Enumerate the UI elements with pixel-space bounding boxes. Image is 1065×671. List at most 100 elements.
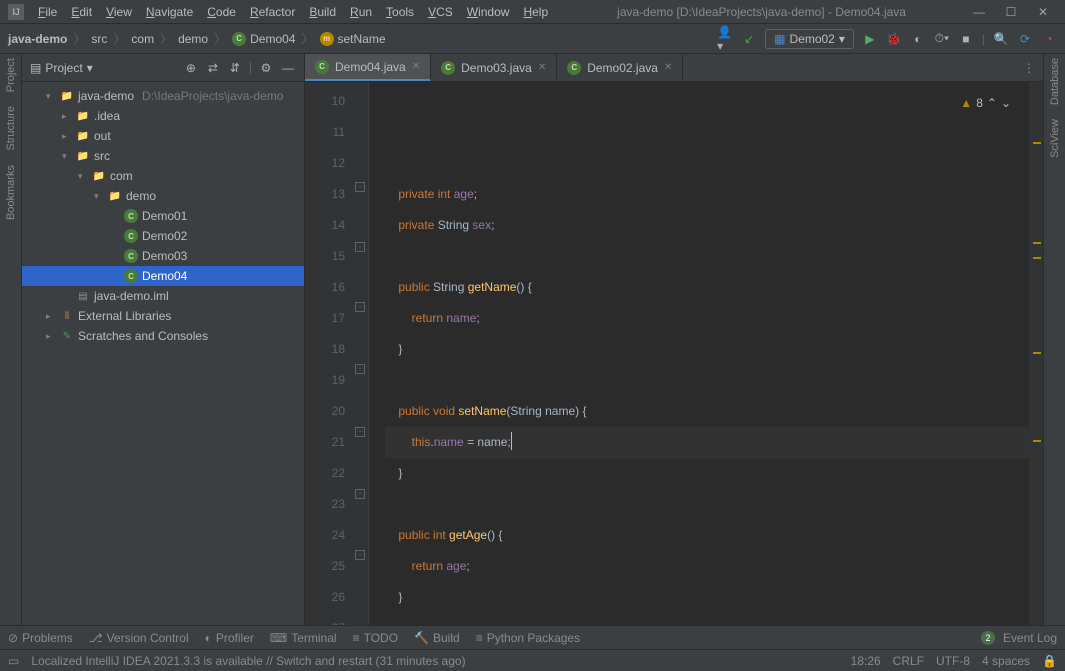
code-line[interactable] [385,365,1029,396]
menu-refactor[interactable]: Refactor [244,3,301,21]
tree-node-out[interactable]: ▸📁out [22,126,304,146]
line-number[interactable]: 13 [309,179,345,210]
tree-node-demo04[interactable]: CDemo04 [22,266,304,286]
tree-node-scratches-and-consoles[interactable]: ▸✎Scratches and Consoles [22,326,304,346]
stop-button[interactable]: ■ [958,31,974,47]
readonly-icon[interactable]: 🔒 [1042,654,1057,668]
status-message[interactable]: Localized IntelliJ IDEA 2021.3.3 is avai… [31,654,465,668]
notification-icon[interactable]: ▭ [8,654,19,668]
chevron-up-icon[interactable]: ⌃ [987,88,997,119]
event-log-button[interactable]: 2Event Log [981,631,1057,645]
tree-arrow-icon[interactable]: ▾ [94,191,104,202]
back-arrow-icon[interactable]: ↙ [741,31,757,47]
right-tool-sciview[interactable]: SciView [1049,119,1061,158]
line-number[interactable]: 23 [309,489,345,520]
tree-node-demo01[interactable]: CDemo01 [22,206,304,226]
tool-python-packages[interactable]: ≡Python Packages [476,631,580,645]
menu-navigate[interactable]: Navigate [140,3,199,21]
left-tool-bookmarks[interactable]: Bookmarks [5,165,17,220]
fold-gutter[interactable]: −−−−−−− [353,82,369,625]
line-number[interactable]: 14 [309,210,345,241]
code-line[interactable]: } [385,582,1029,613]
fold-toggle-icon[interactable]: − [355,550,365,560]
tool-build[interactable]: 🔨Build [414,631,460,645]
breadcrumb-method[interactable]: msetName [320,32,386,46]
close-icon[interactable]: ✕ [538,62,546,73]
code-line[interactable]: private String sex; [385,210,1029,241]
tree-node--idea[interactable]: ▸📁.idea [22,106,304,126]
code-line[interactable]: public int getAge() { [385,520,1029,551]
tool-terminal[interactable]: ⌨Terminal [270,631,337,645]
run-configuration-select[interactable]: ▦ Demo02 ▾ [765,29,854,49]
fold-toggle-icon[interactable]: − [355,242,365,252]
tool-problems[interactable]: ⊘Problems [8,631,73,645]
breadcrumb-item[interactable]: src [91,32,107,46]
indent-config[interactable]: 4 spaces [982,654,1030,668]
tree-arrow-icon[interactable]: ▾ [78,171,88,182]
line-number-gutter[interactable]: 101112131415161718192021222324252627 [305,82,353,625]
line-number[interactable]: 21 [309,427,345,458]
breadcrumb-class[interactable]: CDemo04 [232,32,295,46]
tree-node-demo[interactable]: ▾📁demo [22,186,304,206]
caret-position[interactable]: 18:26 [851,654,881,668]
code-line[interactable]: public String getName() { [385,272,1029,303]
debug-button[interactable]: 🐞 [886,31,902,47]
breadcrumb-item[interactable]: com [131,32,154,46]
hide-icon[interactable]: — [280,60,296,76]
minimize-button[interactable]: — [969,5,989,19]
tree-node-demo03[interactable]: CDemo03 [22,246,304,266]
ide-settings-button[interactable]: ◔ [1041,31,1057,47]
line-number[interactable]: 22 [309,458,345,489]
breadcrumb-project[interactable]: java-demo [8,32,67,46]
add-user-icon[interactable]: 👤▾ [717,31,733,47]
line-separator[interactable]: CRLF [893,654,924,668]
left-tool-structure[interactable]: Structure [5,106,17,151]
editor-tab-demo04-java[interactable]: CDemo04.java✕ [305,54,431,81]
close-button[interactable]: ✕ [1033,5,1053,19]
menu-help[interactable]: Help [517,3,554,21]
error-stripe[interactable] [1029,82,1043,625]
line-number[interactable]: 26 [309,582,345,613]
tree-arrow-icon[interactable]: ▸ [62,131,72,142]
line-number[interactable]: 27 [309,613,345,625]
fold-toggle-icon[interactable]: − [355,489,365,499]
tool-version-control[interactable]: ⎇Version Control [89,631,189,645]
profile-button[interactable]: ⏱▾ [934,31,950,47]
maximize-button[interactable]: ☐ [1001,5,1021,19]
gear-icon[interactable]: ⚙ [258,60,274,76]
project-view-select[interactable]: ▤ Project ▾ [30,61,177,75]
tool-todo[interactable]: ≡TODO [353,631,398,645]
code-line[interactable]: private int age; [385,179,1029,210]
close-icon[interactable]: ✕ [664,62,672,73]
fold-toggle-icon[interactable]: − [355,302,365,312]
tool-profiler[interactable]: ◐Profiler [205,631,254,645]
code-line[interactable] [385,613,1029,625]
menu-file[interactable]: File [32,3,63,21]
editor-tab-demo03-java[interactable]: CDemo03.java✕ [431,54,557,81]
project-tree[interactable]: ▾📁java-demoD:\IdeaProjects\java-demo▸📁.i… [22,82,304,625]
code-line[interactable]: this.name = name; [385,427,1029,458]
tree-node-java-demo[interactable]: ▾📁java-demoD:\IdeaProjects\java-demo [22,86,304,106]
code-line[interactable] [385,241,1029,272]
code-line[interactable]: } [385,458,1029,489]
coverage-button[interactable]: ◐ [910,31,926,47]
code-content[interactable]: ▲ 8 ⌃ ⌄ private int age; private String … [369,82,1029,625]
line-number[interactable]: 20 [309,396,345,427]
tree-arrow-icon[interactable]: ▸ [62,111,72,122]
tab-menu-icon[interactable]: ⋮ [1015,54,1043,81]
expand-all-icon[interactable]: ⇄ [205,60,221,76]
tree-node-demo02[interactable]: CDemo02 [22,226,304,246]
line-number[interactable]: 17 [309,303,345,334]
code-editor[interactable]: 101112131415161718192021222324252627 −−−… [305,82,1043,625]
tree-node-src[interactable]: ▾📁src [22,146,304,166]
menu-tools[interactable]: Tools [380,3,420,21]
fold-toggle-icon[interactable]: − [355,182,365,192]
line-number[interactable]: 12 [309,148,345,179]
menu-run[interactable]: Run [344,3,378,21]
tree-arrow-icon[interactable]: ▸ [46,331,56,342]
line-number[interactable]: 16 [309,272,345,303]
inspection-widget[interactable]: ▲ 8 ⌃ ⌄ [960,88,1011,119]
locate-icon[interactable]: ⊕ [183,60,199,76]
tree-node-external-libraries[interactable]: ▸⫴External Libraries [22,306,304,326]
code-line[interactable]: public void setName(String name) { [385,396,1029,427]
